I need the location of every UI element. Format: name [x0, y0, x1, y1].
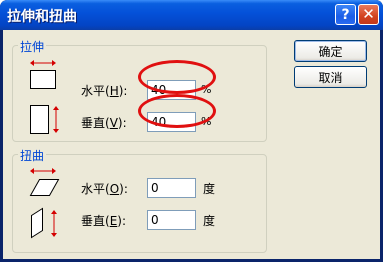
help-icon: ? — [341, 6, 350, 23]
skew-horizontal-label: 水平(O): — [81, 182, 128, 196]
skew-horizontal-unit: 度 — [203, 182, 216, 196]
close-icon: ✕ — [362, 5, 375, 23]
stretch-horizontal-label: 水平(H): — [81, 84, 128, 98]
skew-horizontal-input[interactable]: 0 — [147, 178, 196, 198]
skew-vertical-unit: 度 — [203, 214, 216, 228]
help-button[interactable]: ? — [335, 4, 356, 25]
stretch-vertical-input[interactable]: 40 — [147, 112, 196, 132]
close-button[interactable]: ✕ — [358, 4, 379, 25]
skew-vertical-input[interactable]: 0 — [147, 210, 196, 230]
stretch-horizontal-unit: % — [201, 83, 212, 96]
cancel-button[interactable]: 取消 — [294, 66, 367, 88]
title-bar[interactable]: 拉伸和扭曲 ? ✕ — [0, 0, 383, 30]
dialog-window: 拉伸和扭曲 ? ✕ 拉伸 水平(H): 40 % 垂直(V): 40 % 扭曲 … — [0, 0, 383, 262]
dialog-body: 拉伸 水平(H): 40 % 垂直(V): 40 % 扭曲 水平(O): 0 度… — [3, 30, 380, 259]
stretch-vertical-icon — [30, 105, 59, 134]
stretch-horizontal-icon — [30, 60, 56, 89]
stretch-vertical-unit: % — [201, 115, 212, 128]
skew-horizontal-icon — [29, 168, 60, 196]
stretch-vertical-label: 垂直(V): — [81, 116, 127, 130]
stretch-group-label: 拉伸 — [18, 38, 47, 55]
skew-vertical-icon — [31, 207, 57, 239]
window-title: 拉伸和扭曲 — [7, 9, 77, 25]
ok-button[interactable]: 确定 — [294, 40, 367, 62]
skew-group-label: 扭曲 — [18, 147, 47, 164]
stretch-group: 拉伸 水平(H): 40 % 垂直(V): 40 % — [12, 38, 267, 142]
skew-group: 扭曲 水平(O): 0 度 垂直(E): 0 度 — [12, 147, 267, 253]
skew-vertical-label: 垂直(E): — [81, 214, 127, 228]
stretch-horizontal-input[interactable]: 40 — [147, 80, 196, 100]
